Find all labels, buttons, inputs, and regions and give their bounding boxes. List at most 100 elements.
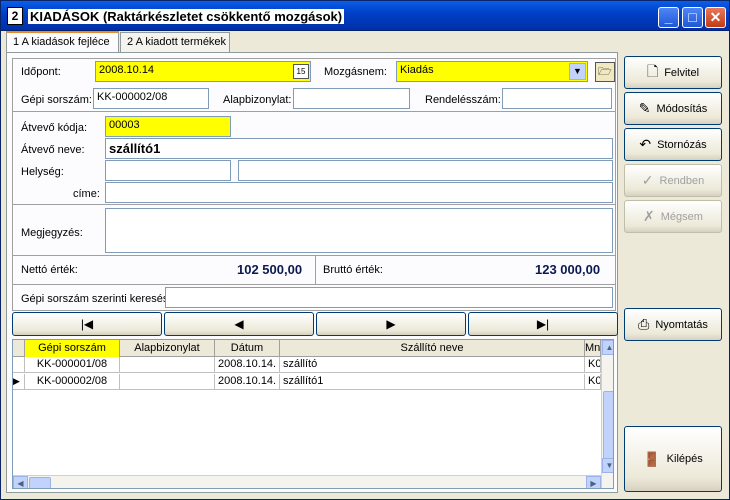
records-grid[interactable]: Gépi sorszám Alapbizonylat Dátum Szállít… bbox=[12, 339, 614, 489]
new-document-icon: 🗋 bbox=[646, 62, 659, 79]
search-group: Gépi sorszám szerinti keresés bbox=[12, 284, 616, 311]
alapbizonylat-field[interactable] bbox=[293, 88, 410, 109]
netto-label: Nettó érték: bbox=[21, 264, 78, 276]
first-record-button[interactable]: |◀ bbox=[12, 312, 162, 336]
atvevo-kod-label: Átvevő kódja: bbox=[21, 122, 88, 134]
grid-header: Gépi sorszám Alapbizonylat Dátum Szállít… bbox=[13, 340, 601, 357]
scroll-up-icon[interactable]: ▲ bbox=[602, 340, 613, 355]
helyseg-label: Helység: bbox=[21, 166, 64, 178]
cell-alapbizonylat bbox=[120, 374, 215, 390]
nyomtatas-label: Nyomtatás bbox=[655, 318, 708, 331]
mozgasnem-label: Mozgásnem: bbox=[324, 66, 387, 78]
header-group: Időpont: 2008.10.14 15 Mozgásnem: Kiadás… bbox=[12, 58, 616, 112]
grid-header-datum[interactable]: Dátum bbox=[215, 340, 280, 357]
grid-header-nev[interactable]: Szállító neve bbox=[280, 340, 585, 357]
cime-field[interactable] bbox=[105, 182, 613, 203]
rendelesszam-label: Rendelésszám: bbox=[425, 94, 501, 106]
nyomtatas-button[interactable]: ⎙ Nyomtatás bbox=[624, 308, 722, 341]
recipient-group: Átvevő kódja: 00003 Átvevő neve: szállít… bbox=[12, 111, 616, 205]
stornozas-button[interactable]: ↶ Stornózás bbox=[624, 128, 722, 161]
modositas-label: Módosítás bbox=[656, 102, 708, 115]
felvitel-label: Felvitel bbox=[664, 66, 700, 79]
app-icon: 2 bbox=[7, 7, 23, 25]
megsem-button[interactable]: ✗ Mégsem bbox=[624, 200, 722, 233]
close-button[interactable]: ✕ bbox=[705, 7, 726, 28]
modositas-button[interactable]: ✎ Módosítás bbox=[624, 92, 722, 125]
edit-icon: ✎ bbox=[638, 100, 651, 116]
window-title: KIADÁSOK (Raktárkészletet csökkentő mozg… bbox=[28, 9, 345, 24]
atvevo-nev-field[interactable]: szállító1 bbox=[105, 138, 613, 159]
helyseg-field[interactable] bbox=[238, 160, 613, 181]
row-indicator: ▶ bbox=[13, 374, 25, 390]
rendben-button[interactable]: ✓ Rendben bbox=[624, 164, 722, 197]
helyseg-zip-field[interactable] bbox=[105, 160, 231, 181]
search-input[interactable] bbox=[165, 287, 613, 308]
cime-label: címe: bbox=[73, 188, 100, 200]
brutto-label: Bruttó érték: bbox=[323, 264, 383, 276]
grid-header-indicator bbox=[13, 340, 25, 357]
cell-sorszam: KK-000002/08 bbox=[25, 374, 120, 390]
horizontal-scrollbar[interactable]: ◀ ▶ bbox=[13, 475, 601, 488]
undo-icon: ↶ bbox=[639, 136, 652, 152]
title-bar[interactable]: 2 KIADÁSOK (Raktárkészletet csökkentő mo… bbox=[1, 1, 729, 31]
cell-nev: szállító bbox=[280, 357, 585, 373]
table-row[interactable]: KK-000001/08 2008.10.14. szállító K0 bbox=[13, 357, 601, 373]
check-icon: ✓ bbox=[641, 172, 654, 188]
search-label: Gépi sorszám szerinti keresés bbox=[21, 293, 169, 305]
megjegyzes-label: Megjegyzés: bbox=[21, 227, 83, 239]
last-record-button[interactable]: ▶| bbox=[468, 312, 618, 336]
scroll-right-icon[interactable]: ▶ bbox=[586, 476, 601, 488]
grid-header-sorszam[interactable]: Gépi sorszám bbox=[25, 340, 120, 357]
open-folder-icon[interactable]: 🗁 bbox=[595, 62, 615, 82]
scroll-left-icon[interactable]: ◀ bbox=[13, 476, 28, 488]
totals-group: Nettó érték: 102 500,00 Bruttó érték: 12… bbox=[12, 255, 616, 285]
megjegyzes-field[interactable] bbox=[105, 208, 613, 253]
atvevo-kod-field[interactable]: 00003 bbox=[105, 116, 231, 137]
horizontal-scroll-thumb[interactable] bbox=[29, 477, 51, 488]
mozgasnem-select[interactable]: Kiadás bbox=[396, 61, 588, 82]
exit-door-icon: 🚪 bbox=[643, 450, 661, 467]
cell-alapbizonylat bbox=[120, 357, 215, 373]
calendar-button[interactable]: 15 bbox=[293, 64, 309, 79]
cell-sorszam: KK-000001/08 bbox=[25, 357, 120, 373]
megsem-label: Mégsem bbox=[660, 210, 703, 223]
totals-divider bbox=[315, 256, 316, 284]
grid-header-alapbizonylat[interactable]: Alapbizonylat bbox=[120, 340, 215, 357]
scroll-down-icon[interactable]: ▼ bbox=[602, 458, 613, 473]
felvitel-button[interactable]: 🗋 Felvitel bbox=[624, 56, 722, 89]
row-indicator bbox=[13, 357, 25, 373]
kilepes-label: Kilépés bbox=[666, 453, 703, 465]
idopont-label: Időpont: bbox=[21, 66, 61, 78]
printer-icon: ⎙ bbox=[638, 316, 650, 332]
cell-nev: szállító1 bbox=[280, 374, 585, 390]
gepi-sorszam-field[interactable]: KK-000002/08 bbox=[93, 88, 209, 109]
rendben-label: Rendben bbox=[659, 174, 705, 187]
cell-datum: 2008.10.14. bbox=[215, 374, 280, 390]
stornozas-label: Stornózás bbox=[657, 138, 707, 151]
kilepes-button[interactable]: 🚪 Kilépés bbox=[624, 426, 722, 492]
next-record-button[interactable]: ▶ bbox=[316, 312, 466, 336]
minimize-button[interactable]: _ bbox=[658, 7, 679, 28]
maximize-button[interactable]: □ bbox=[682, 7, 703, 28]
rendelesszam-field[interactable] bbox=[502, 88, 612, 109]
prev-record-button[interactable]: ◀ bbox=[164, 312, 314, 336]
note-group: Megjegyzés: bbox=[12, 204, 616, 256]
chevron-down-icon[interactable]: ▼ bbox=[569, 63, 586, 80]
cell-datum: 2008.10.14. bbox=[215, 357, 280, 373]
app-window: 2 KIADÁSOK (Raktárkészletet csökkentő mo… bbox=[0, 0, 730, 500]
tab-products[interactable]: 2 A kiadott termékek bbox=[120, 32, 230, 52]
cell-extra: K0 bbox=[585, 357, 601, 373]
idopont-field[interactable]: 2008.10.14 bbox=[95, 61, 311, 82]
cell-extra: K0 bbox=[585, 374, 601, 390]
brutto-value: 123 000,00 bbox=[535, 262, 601, 277]
atvevo-nev-label: Átvevő neve: bbox=[21, 144, 85, 156]
tab-panel: Időpont: 2008.10.14 15 Mozgásnem: Kiadás… bbox=[6, 52, 618, 493]
netto-value: 102 500,00 bbox=[237, 262, 303, 277]
gepi-sorszam-label: Gépi sorszám: bbox=[21, 94, 92, 106]
alapbizonylat-label: Alapbizonylat: bbox=[223, 94, 292, 106]
cancel-icon: ✗ bbox=[643, 208, 655, 224]
tab-header[interactable]: 1 A kiadások fejléce bbox=[6, 31, 119, 53]
vertical-scrollbar[interactable]: ▲ ▼ bbox=[601, 340, 613, 488]
table-row[interactable]: ▶ KK-000002/08 2008.10.14. szállító1 K0 bbox=[13, 374, 601, 390]
grid-header-extra[interactable]: Mnl bbox=[585, 340, 601, 357]
